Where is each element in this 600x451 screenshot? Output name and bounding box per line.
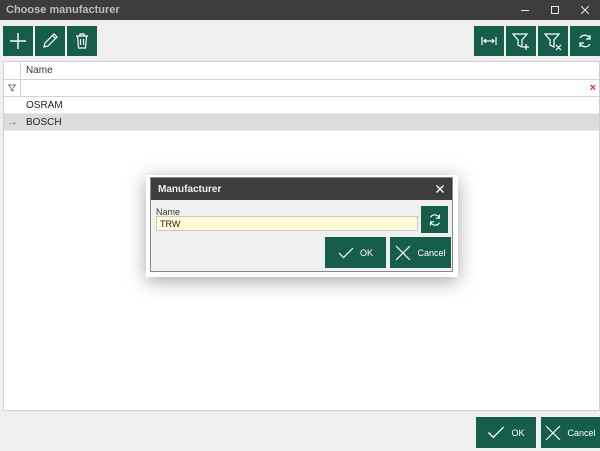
column-header-name[interactable]: Name <box>21 62 53 79</box>
close-icon <box>436 185 444 193</box>
refresh-icon <box>579 34 591 48</box>
dialog-cancel-label: Cancel <box>417 247 446 258</box>
cancel-label: Cancel <box>567 427 596 438</box>
name-filter-input[interactable]: × <box>21 80 599 96</box>
checkmark-icon <box>488 426 505 439</box>
refresh-button[interactable] <box>570 26 600 56</box>
manufacturer-dialog: Manufacturer Name OK Cancel <box>150 177 453 272</box>
refresh-icon <box>429 213 440 226</box>
close-icon <box>581 6 589 14</box>
x-icon <box>396 245 411 260</box>
dialog-ok-label: OK <box>359 247 373 258</box>
current-row-arrow-icon: → <box>7 116 18 128</box>
fit-columns-icon <box>481 37 497 45</box>
checkmark-icon <box>338 247 354 258</box>
ok-button[interactable]: OK <box>476 417 536 448</box>
pencil-icon <box>43 33 58 48</box>
delete-button[interactable] <box>67 26 97 56</box>
dialog-refresh-button[interactable] <box>421 206 448 233</box>
grid-header: Name <box>4 62 599 80</box>
filter-add-icon <box>511 33 529 50</box>
fit-columns-button[interactable] <box>474 26 504 56</box>
dialog-ok-button[interactable]: OK <box>325 237 386 268</box>
plus-icon <box>10 33 26 49</box>
maximize-icon <box>551 6 559 14</box>
edit-button[interactable] <box>35 26 65 56</box>
ok-label: OK <box>511 427 525 438</box>
filter-indicator <box>4 80 21 96</box>
dialog-title-bar: Manufacturer <box>151 178 452 200</box>
close-button[interactable] <box>570 0 600 20</box>
dialog-title: Manufacturer <box>158 183 222 195</box>
filter-clear-icon <box>543 33 562 51</box>
window-title-bar: Choose manufacturer <box>0 0 600 20</box>
trash-icon <box>76 33 88 49</box>
row-indicator <box>4 97 21 113</box>
maximize-button[interactable] <box>540 0 570 20</box>
cancel-button[interactable]: Cancel <box>541 417 600 448</box>
minimize-button[interactable] <box>510 0 540 20</box>
dialog-cancel-button[interactable]: Cancel <box>390 237 451 268</box>
filter-clear-icon[interactable]: × <box>590 82 596 94</box>
add-button[interactable] <box>3 26 33 56</box>
name-input[interactable] <box>156 216 418 231</box>
add-filter-button[interactable] <box>506 26 536 56</box>
dialog-close-button[interactable] <box>428 178 452 200</box>
row-name-cell: OSRAM <box>26 100 63 111</box>
row-name-cell: BOSCH <box>26 117 62 128</box>
table-row[interactable]: → BOSCH <box>4 114 599 131</box>
filter-row: × <box>4 80 599 97</box>
clear-filter-button[interactable] <box>538 26 568 56</box>
x-icon <box>546 425 561 440</box>
window-title: Choose manufacturer <box>6 4 120 16</box>
row-indicator-header <box>4 62 21 79</box>
minimize-icon <box>521 10 529 11</box>
table-row[interactable]: OSRAM <box>4 97 599 114</box>
filter-icon <box>8 84 16 92</box>
